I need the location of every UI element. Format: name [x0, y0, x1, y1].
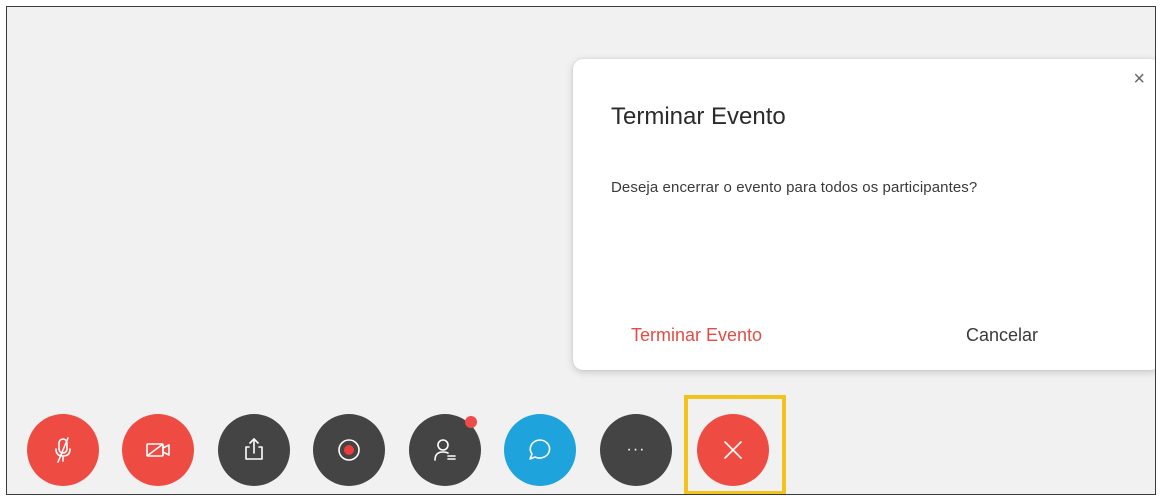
meeting-window: × Terminar Evento Deseja encerrar o even… — [6, 6, 1156, 495]
dialog-message: Deseja encerrar o evento para todos os p… — [611, 179, 978, 196]
notification-badge — [465, 416, 477, 428]
more-options-icon: ··· — [626, 441, 646, 458]
video-off-icon — [142, 435, 174, 465]
end-event-toolbar-button[interactable] — [697, 414, 769, 486]
record-button[interactable] — [313, 414, 385, 486]
chat-icon — [525, 435, 555, 465]
more-options-button[interactable]: ··· — [600, 414, 672, 486]
mute-button[interactable] — [27, 414, 99, 486]
chat-button[interactable] — [504, 414, 576, 486]
close-icon — [718, 435, 748, 465]
share-button[interactable] — [218, 414, 290, 486]
dialog-title: Terminar Evento — [611, 103, 786, 130]
end-event-button[interactable]: Terminar Evento — [631, 325, 762, 346]
record-icon — [334, 435, 364, 465]
meeting-toolbar: ··· — [7, 407, 1155, 491]
participants-icon — [430, 435, 460, 465]
video-button[interactable] — [122, 414, 194, 486]
end-event-dialog: × Terminar Evento Deseja encerrar o even… — [573, 59, 1155, 370]
microphone-muted-icon — [48, 435, 78, 465]
participants-button[interactable] — [409, 414, 481, 486]
cancel-button[interactable]: Cancelar — [966, 325, 1038, 346]
share-icon — [239, 435, 269, 465]
close-icon[interactable]: × — [1133, 69, 1145, 89]
